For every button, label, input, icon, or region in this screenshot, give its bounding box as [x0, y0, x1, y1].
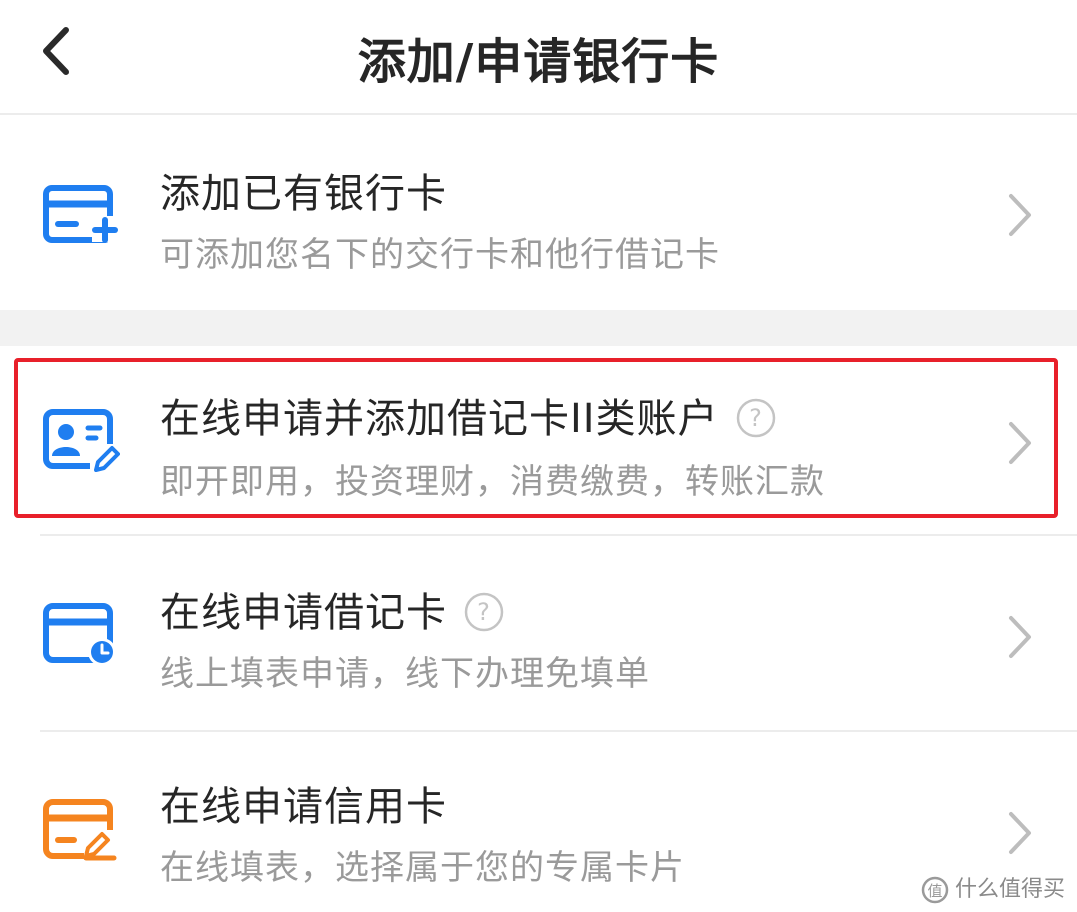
help-icon[interactable]: ? — [463, 591, 505, 633]
card-add-icon — [40, 180, 120, 250]
item-subtitle: 即开即用，投资理财，消费缴费，转账汇款 — [160, 462, 825, 502]
section-gap — [0, 310, 1077, 346]
top-nav-bar: 添加/申请银行卡 — [0, 0, 1077, 115]
watermark-text: 什么值得买 — [954, 877, 1065, 902]
item-title: 在线申请并添加借记卡II类账户 — [160, 396, 719, 442]
item-title: 在线申请借记卡 — [160, 590, 447, 636]
add-existing-card-item[interactable]: 添加已有银行卡 可添加您名下的交行卡和他行借记卡 — [0, 117, 1077, 310]
id-card-edit-icon — [40, 406, 120, 476]
card-clock-icon — [40, 600, 120, 670]
item-subtitle: 线上填表申请，线下办理免填单 — [160, 654, 650, 694]
item-title-row: 在线申请借记卡? — [160, 580, 505, 638]
item-subtitle: 可添加您名下的交行卡和他行借记卡 — [160, 235, 720, 275]
item-title-row: 在线申请并添加借记卡II类账户? — [160, 386, 777, 444]
credit-card-edit-icon — [40, 796, 120, 866]
svg-text:?: ? — [749, 404, 763, 432]
item-title: 在线申请信用卡 — [160, 784, 447, 830]
watermark: 值什么值得买 — [921, 871, 1065, 904]
item-title: 添加已有银行卡 — [160, 171, 447, 217]
page-title: 添加/申请银行卡 — [357, 34, 720, 90]
watermark-logo-icon: 值 — [921, 876, 949, 904]
apply-type2-account-item[interactable]: 在线申请并添加借记卡II类账户? 即开即用，投资理财，消费缴费，转账汇款 — [0, 346, 1077, 534]
chevron-right-icon — [1003, 612, 1037, 662]
item-subtitle: 在线填表，选择属于您的专属卡片 — [160, 848, 685, 888]
svg-text:?: ? — [477, 598, 491, 626]
chevron-right-icon — [1003, 418, 1037, 468]
svg-text:值: 值 — [927, 882, 942, 900]
apply-debit-card-item[interactable]: 在线申请借记卡? 线上填表申请，线下办理免填单 — [0, 536, 1077, 730]
chevron-right-icon — [1003, 190, 1037, 240]
help-icon[interactable]: ? — [735, 397, 777, 439]
chevron-right-icon — [1003, 808, 1037, 858]
apply-credit-card-item[interactable]: 在线申请信用卡 在线填表，选择属于您的专属卡片 — [0, 732, 1077, 912]
